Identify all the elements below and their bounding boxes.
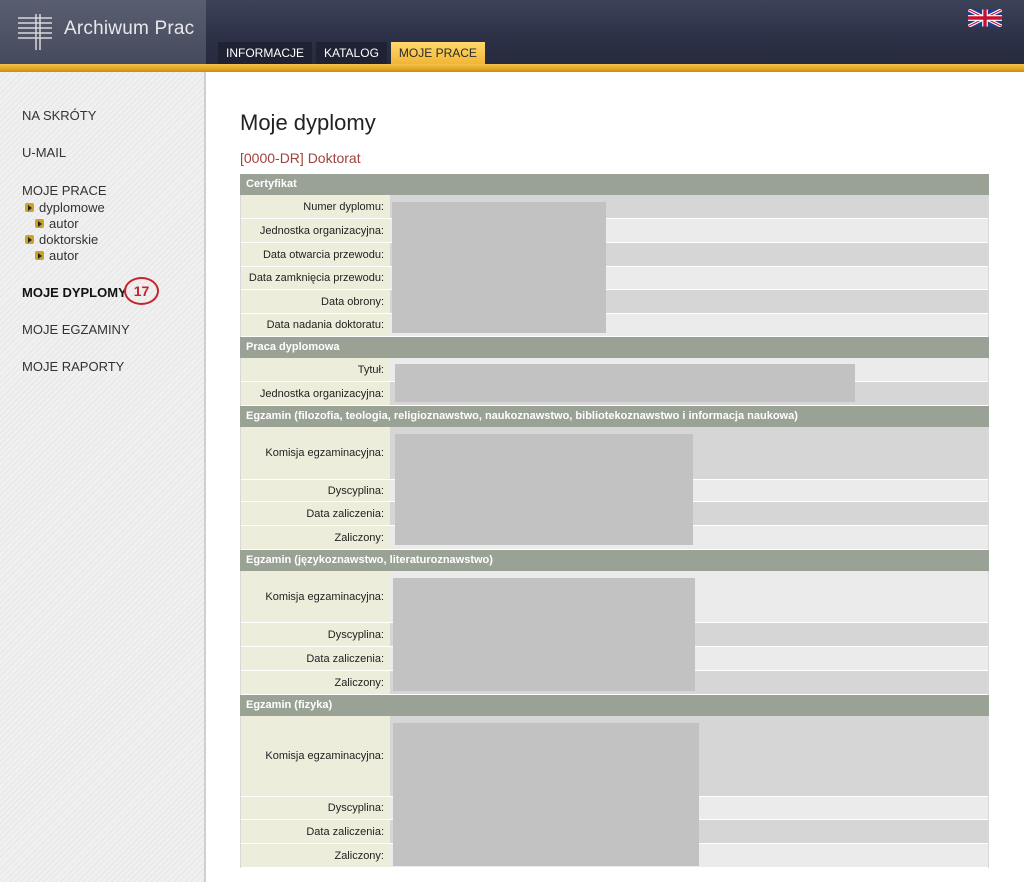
sidebar-item-moje-dyplomy[interactable]: MOJE DYPLOMY xyxy=(22,285,127,300)
page-title: Moje dyplomy xyxy=(240,110,376,135)
sidebar: NA SKRÓTY U-MAIL MOJE PRACE dyplomowe au… xyxy=(0,72,206,882)
sidebar-subitem-autor[interactable]: autor xyxy=(35,216,79,231)
triangle-bullet-icon xyxy=(25,203,34,212)
triangle-bullet-icon xyxy=(35,251,44,260)
page-subtitle: [0000-DR] Doktorat xyxy=(240,150,361,166)
tab-moje-prace[interactable]: MOJE PRACE xyxy=(390,42,485,64)
section-header: Certyfikat xyxy=(240,174,989,195)
sidebar-subitem-label: dyplomowe xyxy=(39,200,105,215)
table-row: Data obrony: xyxy=(240,290,989,314)
sidebar-subitem-label: autor xyxy=(49,216,79,231)
annotation-badge: 17 xyxy=(124,277,159,305)
sidebar-item-na-skroty[interactable]: NA SKRÓTY xyxy=(22,108,96,123)
field-label: Data zaliczenia: xyxy=(241,502,390,526)
sidebar-subitem-doktorskie[interactable]: doktorskie xyxy=(25,232,98,247)
app-header: Archiwum Prac INFORMACJE KATALOG MOJE PR… xyxy=(0,0,1024,66)
field-label: Zaliczony: xyxy=(241,844,390,868)
brand-area: Archiwum Prac xyxy=(0,0,206,66)
sidebar-subitem-autor[interactable]: autor xyxy=(35,248,79,263)
tab-informacje[interactable]: INFORMACJE xyxy=(218,42,312,64)
redacted-block xyxy=(392,202,606,333)
sidebar-subitem-label: doktorskie xyxy=(39,232,99,247)
sidebar-item-moje-raporty[interactable]: MOJE RAPORTY xyxy=(22,359,124,374)
uk-flag-icon[interactable] xyxy=(968,9,1002,27)
app-title: Archiwum Prac xyxy=(64,18,195,39)
field-label: Dyscyplina: xyxy=(241,623,390,647)
section-header: Egzamin (fizyka) xyxy=(240,695,989,716)
field-label: Data zaliczenia: xyxy=(241,820,390,844)
field-label: Tytuł: xyxy=(241,358,390,382)
table-row: Jednostka organizacyjna: xyxy=(240,219,989,243)
field-label: Komisja egzaminacyjna: xyxy=(241,571,390,623)
section-header: Egzamin (filozofia, teologia, religiozna… xyxy=(240,406,989,427)
sidebar-item-moje-egzaminy[interactable]: MOJE EGZAMINY xyxy=(22,322,130,337)
field-label: Data otwarcia przewodu: xyxy=(241,243,390,267)
redacted-block xyxy=(395,364,855,402)
main-tabs: INFORMACJE KATALOG MOJE PRACE xyxy=(218,42,485,64)
field-label: Komisja egzaminacyjna: xyxy=(241,427,390,480)
sidebar-subitem-dyplomowe[interactable]: dyplomowe xyxy=(25,200,105,215)
table-row: Data nadania doktoratu: xyxy=(240,314,989,337)
sidebar-item-moje-prace[interactable]: MOJE PRACE xyxy=(22,183,107,198)
field-label: Komisja egzaminacyjna: xyxy=(241,716,390,797)
redacted-block xyxy=(393,723,699,866)
redacted-block xyxy=(393,578,695,691)
table-row: Numer dyplomu: xyxy=(240,195,989,219)
triangle-bullet-icon xyxy=(25,235,34,244)
field-label: Dyscyplina: xyxy=(241,797,390,820)
section-header: Egzamin (językoznawstwo, literaturoznaws… xyxy=(240,550,989,571)
table-row: Data otwarcia przewodu: xyxy=(240,243,989,267)
sidebar-subitem-label: autor xyxy=(49,248,79,263)
field-label: Zaliczony: xyxy=(241,526,390,550)
header-accent-bar xyxy=(0,64,1024,72)
section-header: Praca dyplomowa xyxy=(240,337,989,358)
field-label: Jednostka organizacyjna: xyxy=(241,382,390,406)
redacted-block xyxy=(395,434,693,545)
archive-logo-icon xyxy=(18,14,52,50)
field-label: Dyscyplina: xyxy=(241,480,390,502)
field-label: Data zaliczenia: xyxy=(241,647,390,671)
field-label: Data nadania doktoratu: xyxy=(241,314,390,337)
tab-katalog[interactable]: KATALOG xyxy=(316,42,387,64)
field-label: Numer dyplomu: xyxy=(241,195,390,219)
field-label: Data zamknięcia przewodu: xyxy=(241,267,390,290)
triangle-bullet-icon xyxy=(35,219,44,228)
field-label: Data obrony: xyxy=(241,290,390,314)
field-label: Jednostka organizacyjna: xyxy=(241,219,390,243)
table-row: Data zamknięcia przewodu: xyxy=(240,267,989,290)
sidebar-item-u-mail[interactable]: U-MAIL xyxy=(22,145,66,160)
field-label: Zaliczony: xyxy=(241,671,390,695)
